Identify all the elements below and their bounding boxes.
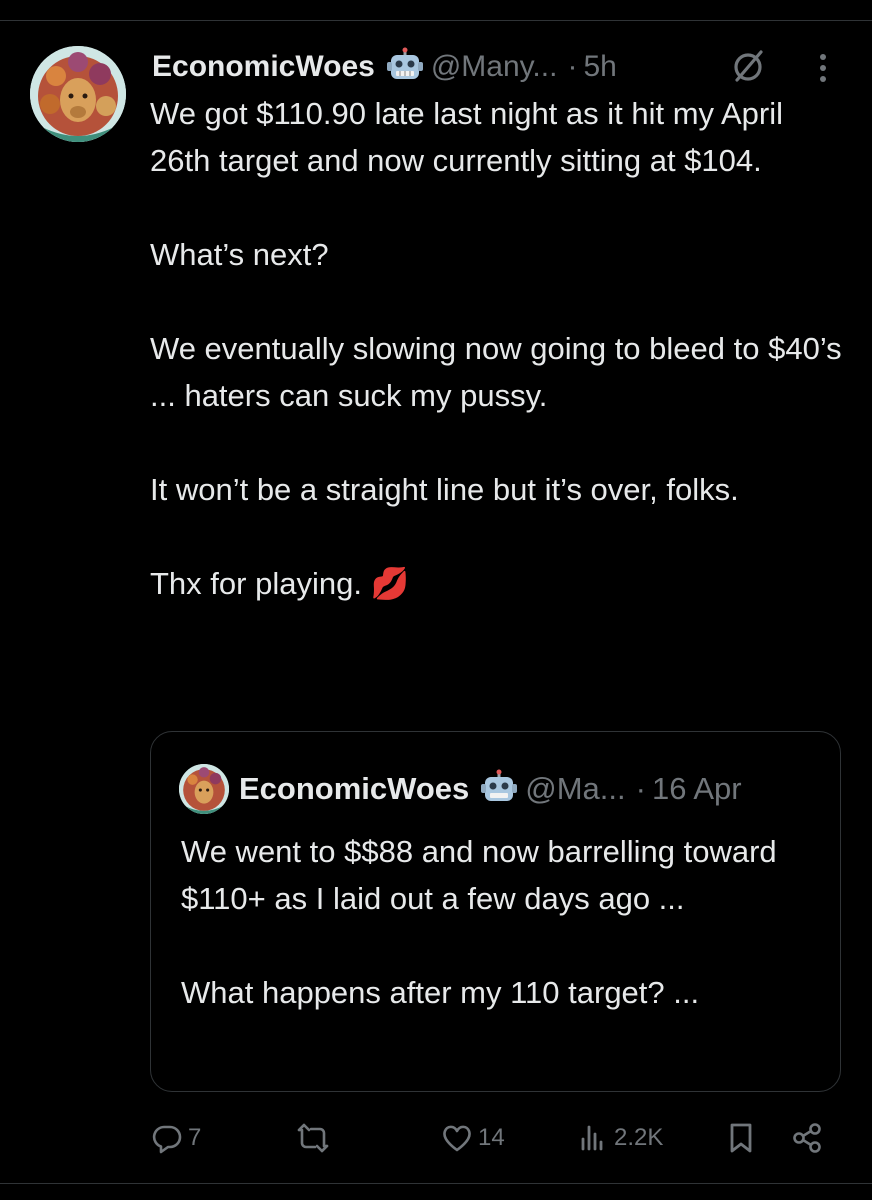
quoted-author-handle: @Ma...	[525, 771, 626, 806]
author-avatar[interactable]	[30, 46, 126, 142]
view-count: 2.2K	[614, 1124, 664, 1151]
reply-icon	[152, 1125, 182, 1154]
quoted-tweet-body: We went to $$88 and now barrelling towar…	[181, 828, 821, 1016]
top-divider	[0, 20, 872, 21]
tweet-timestamp[interactable]: 5h	[583, 50, 616, 84]
author-display-name[interactable]: EconomicWoes	[152, 50, 375, 84]
bottom-divider	[0, 1183, 872, 1184]
author-handle[interactable]: @Many...	[431, 50, 558, 84]
like-button[interactable]: 14	[440, 1116, 505, 1160]
share-icon	[793, 1123, 821, 1153]
reply-count: 7	[188, 1124, 202, 1151]
robot-icon	[479, 769, 519, 809]
tweet-body: We got $110.90 late last night as it hit…	[150, 90, 850, 607]
tweet-paragraph: We eventually slowing now going to bleed…	[150, 331, 842, 413]
tweet-paragraph: We got $110.90 late last night as it hit…	[150, 96, 783, 178]
bookmark-button[interactable]	[724, 1116, 758, 1160]
quoted-header-separator: ·	[635, 771, 646, 806]
tweet-paragraph: It won’t be a straight line but it’s ove…	[150, 472, 739, 507]
header-separator: ·	[567, 50, 578, 83]
like-count: 14	[478, 1124, 505, 1151]
more-options-icon[interactable]	[808, 48, 838, 88]
quoted-tweet-timestamp: 16 Apr	[651, 771, 742, 806]
quoted-tweet-header: EconomicWoes @Ma... · 16 Apr	[239, 766, 742, 812]
share-button[interactable]	[790, 1116, 824, 1160]
quoted-tweet-paragraph: We went to $$88 and now barrelling towar…	[181, 834, 777, 916]
views-chart-icon	[581, 1125, 603, 1151]
tweet-action-bar: 7 14 2.2K	[150, 1116, 840, 1160]
lion-avatar-image	[30, 46, 126, 142]
bookmark-icon	[730, 1123, 752, 1153]
repost-button[interactable]	[296, 1116, 334, 1160]
repost-icon	[297, 1123, 329, 1153]
tweet-paragraph: What’s next?	[150, 237, 329, 272]
reply-button[interactable]: 7	[150, 1116, 201, 1160]
quoted-tweet-card[interactable]: EconomicWoes @Ma... · 16 Apr We went to …	[150, 731, 841, 1092]
grok-slash-icon[interactable]	[728, 46, 768, 86]
quoted-tweet-paragraph: What happens after my 110 target? ...	[181, 975, 700, 1010]
tweet-header: EconomicWoes @Many... · 5h	[152, 46, 617, 88]
heart-icon	[443, 1125, 471, 1152]
tweet-paragraph: Thx for playing. 💋	[150, 566, 410, 601]
robot-icon	[385, 47, 425, 87]
quoted-author-avatar	[179, 764, 229, 814]
views-button[interactable]: 2.2K	[576, 1116, 663, 1160]
quoted-author-display-name: EconomicWoes	[239, 771, 470, 806]
